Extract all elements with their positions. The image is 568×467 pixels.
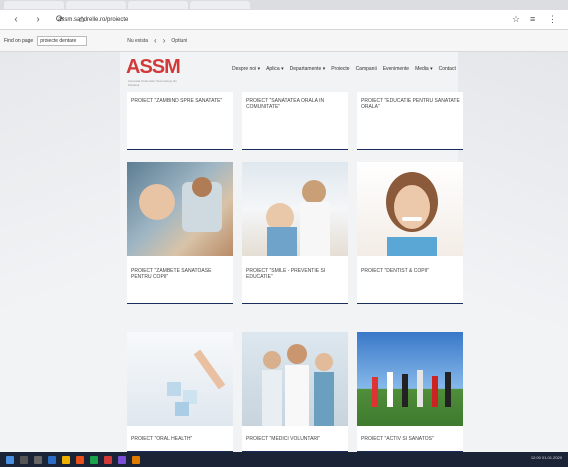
menu-item[interactable]: Departamente ▾ [290, 66, 326, 72]
project-photo[interactable] [357, 332, 463, 426]
app-icon[interactable] [76, 455, 84, 464]
project-card[interactable]: PROIECT "ORAL HEALTH" [127, 332, 233, 452]
more-icon[interactable]: ⋮ [548, 14, 557, 25]
menu-item[interactable]: Proiecte [331, 66, 349, 72]
app-icon[interactable] [104, 455, 112, 464]
menu-item[interactable]: Media ▾ [415, 66, 433, 72]
project-title[interactable]: PROIECT "MEDICI VOLUNTARI" [246, 436, 346, 442]
project-photo[interactable] [357, 162, 463, 256]
search-icon[interactable] [20, 455, 28, 464]
clock[interactable]: 12:00 01.01.2020 [531, 455, 562, 460]
background-decoration [458, 52, 568, 452]
project-card[interactable]: PROIECT "SANATATEA ORALA IN COMUNITATE" [242, 92, 348, 150]
browser-tab[interactable] [128, 1, 188, 9]
menu-icon[interactable]: ≡ [530, 14, 535, 24]
find-prev-icon[interactable]: ‹ [154, 36, 157, 45]
project-title[interactable]: PROIECT "ORAL HEALTH" [131, 436, 231, 442]
app-icon[interactable] [118, 455, 126, 464]
project-card[interactable]: PROIECT "SMILE - PREVENTIE SI EDUCATIE" [242, 162, 348, 304]
find-label: Find on page [4, 37, 34, 44]
menu-item[interactable]: Evenimente [383, 66, 409, 72]
browser-tab[interactable] [66, 1, 126, 9]
project-title[interactable]: PROIECT "ACTIV SI SANATOS" [361, 436, 461, 442]
main-menu: Despre noi ▾ Aplica ▾ Departamente ▾ Pro… [232, 66, 456, 72]
address-bar[interactable]: assm.sandrelle.ro/proiecte [58, 14, 528, 26]
menu-item[interactable]: Aplica ▾ [266, 66, 284, 72]
app-icon[interactable] [48, 455, 56, 464]
project-card[interactable]: PROIECT "DENTIST & COPII" [357, 162, 463, 304]
taskbar: 12:00 01.01.2020 [0, 452, 568, 467]
project-photo[interactable] [242, 162, 348, 256]
browser-tab[interactable] [4, 1, 64, 9]
child-dentist-photo [139, 177, 222, 232]
project-card[interactable]: PROIECT "ZAMBIND SPRE SANATATE" [127, 92, 233, 150]
back-icon[interactable]: ‹ [10, 14, 22, 25]
project-photo[interactable] [127, 332, 233, 426]
folder-icon[interactable] [62, 455, 70, 464]
menu-item[interactable]: Despre noi ▾ [232, 66, 260, 72]
project-card[interactable]: PROIECT "ZAMBETE SANATOASE PENTRU COPII" [127, 162, 233, 304]
project-photo[interactable] [127, 162, 233, 256]
address-bar-row: ‹ › ⟳ ⌂ assm.sandrelle.ro/proiecte ☆ ≡ ⋮ [0, 10, 568, 30]
project-title[interactable]: PROIECT "ZAMBETE SANATOASE PENTRU COPII" [131, 268, 231, 280]
active-people-photo [372, 370, 451, 407]
forward-icon[interactable]: › [32, 14, 44, 25]
menu-item[interactable]: Contact [439, 66, 456, 72]
project-card[interactable]: PROIECT "ACTIV SI SANATOS" [357, 332, 463, 452]
background-decoration [0, 52, 120, 452]
clock-time: 12:00 [530, 455, 541, 460]
app-icon[interactable] [90, 455, 98, 464]
project-title[interactable]: PROIECT "EDUCATIE PENTRU SANATATE ORALA" [361, 98, 461, 110]
browser-icon[interactable] [132, 455, 140, 464]
project-title[interactable]: PROIECT "DENTIST & COPII" [361, 268, 461, 274]
teeth-blocks-photo [167, 349, 226, 416]
project-photo[interactable] [242, 332, 348, 426]
project-card[interactable]: PROIECT "EDUCATIE PENTRU SANATATE ORALA" [357, 92, 463, 150]
dentist-child-photo [266, 180, 330, 256]
project-title[interactable]: PROIECT "SANATATEA ORALA IN COMUNITATE" [246, 98, 346, 110]
project-title[interactable]: PROIECT "ZAMBIND SPRE SANATATE" [131, 98, 231, 104]
find-options[interactable]: Optiuni [171, 38, 187, 44]
menu-item[interactable]: Campanii [356, 66, 377, 72]
page-content: ASSM Asociatia Studentilor Stomatologi d… [0, 52, 568, 452]
find-next-icon[interactable]: › [163, 36, 166, 45]
smiling-girl-photo [386, 172, 438, 256]
star-icon[interactable]: ☆ [512, 14, 520, 25]
find-input[interactable]: proiecte dentare [37, 35, 88, 46]
site-logo[interactable]: ASSM [126, 56, 181, 79]
project-title[interactable]: PROIECT "SMILE - PREVENTIE SI EDUCATIE" [246, 268, 346, 280]
find-bar: Find on page proiecte dentare Nu exista … [0, 30, 568, 52]
logo-tagline: Asociatia Studentilor Stomatologi din Mo… [128, 79, 177, 87]
doctors-team-photo [262, 344, 334, 426]
task-view-icon[interactable] [34, 455, 42, 464]
start-icon[interactable] [6, 455, 14, 464]
clock-date: 01.01.2020 [541, 455, 562, 460]
project-card[interactable]: PROIECT "MEDICI VOLUNTARI" [242, 332, 348, 452]
browser-tab-strip [0, 0, 568, 10]
site-header: ASSM Asociatia Studentilor Stomatologi d… [122, 52, 462, 90]
find-status: Nu exista [127, 37, 149, 44]
browser-tab[interactable] [190, 1, 250, 9]
